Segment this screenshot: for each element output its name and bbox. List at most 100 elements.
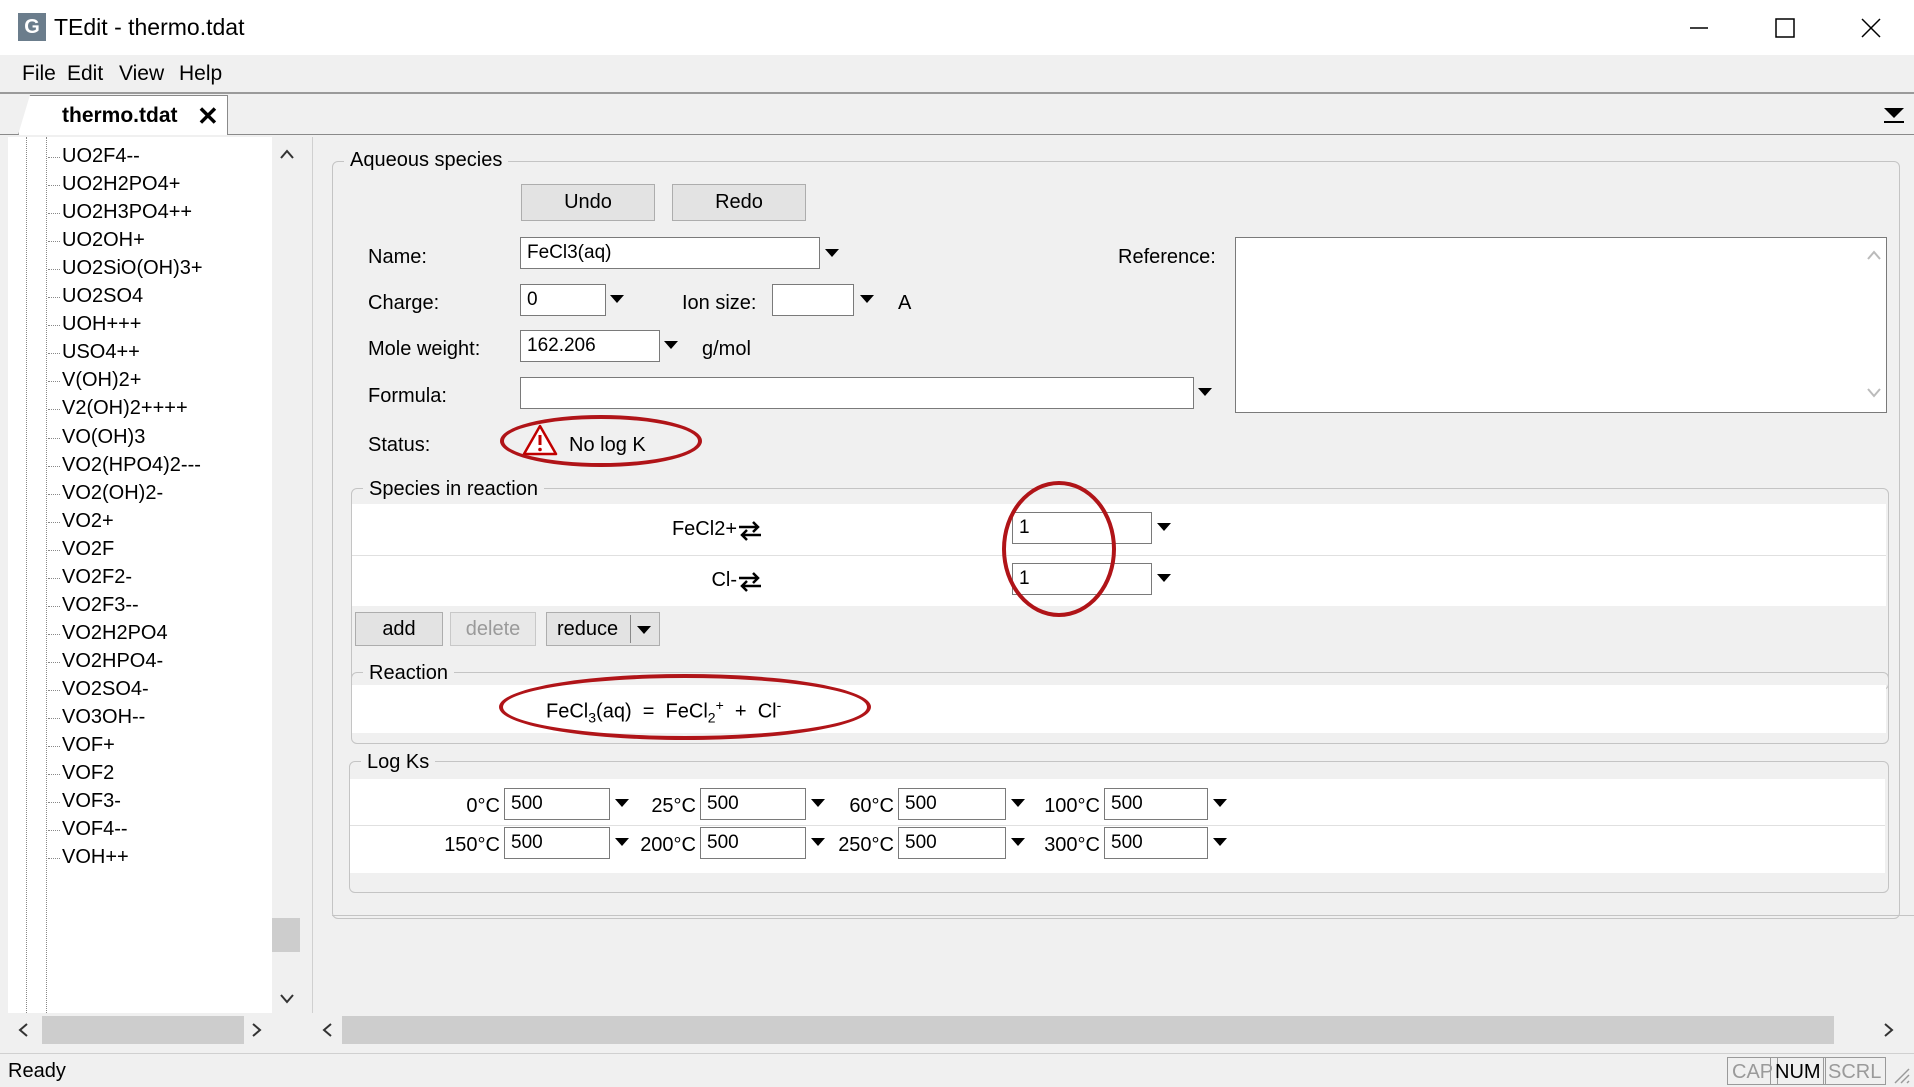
tree-item[interactable]: VO(OH)3 [62,426,145,449]
main-hscroll-thumb[interactable] [342,1016,1834,1044]
mole-weight-unit: g/mol [702,338,751,360]
tree-item[interactable]: VOF3- [62,790,121,813]
tree-item[interactable]: UO2SO4 [62,285,143,308]
scrl-indicator: SCRL [1823,1057,1887,1085]
highlight-ring-status [500,415,702,467]
coefficient-dropdown-icon[interactable] [1157,574,1171,582]
mole-weight-field[interactable]: 162.206 [520,330,660,362]
tree-item[interactable]: VOF2 [62,762,114,785]
tree-connector [48,381,60,383]
logk-field[interactable]: 500 [1104,788,1208,820]
tree-scroll-thumb[interactable] [272,918,300,952]
scroll-left-icon[interactable] [322,1023,332,1037]
scroll-left-icon[interactable] [18,1023,28,1037]
charge-field[interactable]: 0 [520,284,606,316]
tab-list-dropdown[interactable] [1884,106,1904,130]
logk-field[interactable]: 500 [700,788,806,820]
logk-field[interactable]: 500 [1104,827,1208,859]
tree-connector [48,325,60,327]
formula-label: Formula: [368,385,447,407]
formula-dropdown-icon[interactable] [1198,388,1212,396]
tree-vertical-scrollbar[interactable] [272,137,302,1013]
logk-field[interactable]: 500 [898,827,1006,859]
delete-button[interactable]: delete [450,612,536,646]
coefficient-dropdown-icon[interactable] [1157,523,1171,531]
logk-dropdown-icon[interactable] [1213,799,1227,807]
tree-horizontal-scrollbar[interactable] [8,1013,302,1047]
formula-field[interactable] [520,377,1194,409]
num-indicator: NUM [1770,1057,1826,1085]
tree-item[interactable]: VO2F2- [62,566,132,589]
scroll-up-icon[interactable] [280,149,294,159]
tree-connector [48,858,60,860]
tree-connector [48,297,60,299]
tree-item[interactable]: V2(OH)2++++ [62,397,188,420]
main-horizontal-scrollbar[interactable] [312,1013,1914,1047]
tree-connector [48,577,60,579]
tree-item[interactable]: UO2H2PO4+ [62,173,180,196]
undo-button[interactable]: Undo [521,184,655,221]
tab-close-icon[interactable]: ✕ [197,101,219,132]
tree-item[interactable]: UO2SiO(OH)3+ [62,257,203,280]
tree-connector [48,409,60,411]
tree-item[interactable]: VO2F3-- [62,594,139,617]
tree-item[interactable]: VOH++ [62,846,129,869]
tree-item[interactable]: UO2H3PO4++ [62,201,192,224]
charge-dropdown-icon[interactable] [610,295,624,303]
name-field[interactable]: FeCl3(aq) [520,237,820,269]
menu-help[interactable]: Help [179,62,222,86]
tree-item[interactable]: VO2F [62,538,114,561]
mole-weight-dropdown-icon[interactable] [664,341,678,349]
highlight-ring-reaction [499,674,871,740]
tree-connector [48,157,60,158]
ion-size-field[interactable] [772,284,854,316]
scroll-right-icon[interactable] [252,1023,262,1037]
scroll-down-icon[interactable] [280,994,294,1004]
tree-item[interactable]: USO4++ [62,341,140,364]
scroll-right-icon[interactable] [1884,1023,1894,1037]
tree-item[interactable]: UO2OH+ [62,229,145,252]
menu-view[interactable]: View [119,62,164,86]
tree-item[interactable]: VO2(HPO4)2--- [62,454,201,477]
tree-item[interactable]: VOF4-- [62,818,128,841]
tree-item[interactable]: VO2SO4- [62,678,149,701]
reference-textarea[interactable] [1235,237,1887,413]
tree-connector [48,213,60,215]
tree-connector [48,746,60,748]
tree-item[interactable]: VO3OH-- [62,706,145,729]
logk-dropdown-icon[interactable] [1213,838,1227,846]
tree-item[interactable]: VO2H2PO4 [62,622,168,645]
tree-item[interactable]: V(OH)2+ [62,369,141,392]
tree-item[interactable]: VO2(OH)2- [62,482,163,505]
menu-file[interactable]: File [22,62,56,86]
species-tree[interactable]: UO2F4-- UO2H2PO4+ UO2H3PO4++ UO2OH+ UO2SiO(O… [8,137,273,1013]
tree-item[interactable]: VO2+ [62,510,114,533]
add-button[interactable]: add [355,612,443,646]
tree-hscroll-thumb[interactable] [42,1016,244,1044]
logk-temperature-label: 60°C [849,795,894,817]
logk-field[interactable]: 500 [504,827,610,859]
logk-field[interactable]: 500 [504,788,610,820]
minimize-button[interactable] [1656,0,1742,55]
tree-item[interactable]: UO2F4-- [62,145,140,168]
scroll-down-icon[interactable] [1867,388,1881,398]
tree-item[interactable]: UOH+++ [62,313,141,336]
logk-field[interactable]: 500 [700,827,806,859]
logk-field[interactable]: 500 [898,788,1006,820]
tree-connector [48,493,60,495]
redo-button[interactable]: Redo [672,184,806,221]
close-window-button[interactable] [1828,0,1914,55]
tree-item[interactable]: VOF+ [62,734,115,757]
swap-icon[interactable] [736,518,764,542]
split-button-divider [630,615,631,643]
swap-icon[interactable] [736,569,764,593]
maximize-button[interactable] [1742,0,1828,55]
reduce-dropdown-icon[interactable] [637,626,651,634]
tree-item[interactable]: VO2HPO4- [62,650,163,673]
resize-grip-icon[interactable] [1890,1064,1910,1084]
name-dropdown-icon[interactable] [825,249,839,257]
scroll-up-icon[interactable] [1867,250,1881,260]
menu-edit[interactable]: Edit [67,62,103,86]
ion-size-dropdown-icon[interactable] [860,295,874,303]
tree-connector [48,269,60,271]
